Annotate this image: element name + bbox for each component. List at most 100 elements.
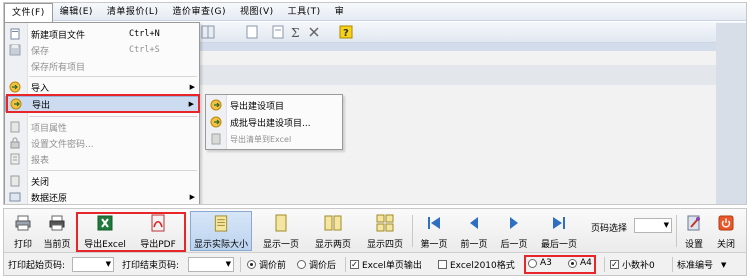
menu-item-new-project[interactable]: 新建项目文件 Ctrl+N: [5, 27, 199, 41]
toolbar-separator: [676, 215, 677, 247]
menu-item-report[interactable]: 报表: [5, 152, 199, 166]
menu-item-project-properties[interactable]: 项目属性: [5, 120, 199, 134]
page-select-dropdown[interactable]: ▼: [634, 218, 672, 233]
chevron-down-icon: ▼: [105, 260, 111, 268]
checkbox-checked[interactable]: ✓: [610, 260, 619, 269]
options-separator: [345, 257, 346, 272]
radio-after-adjust[interactable]: 调价后: [297, 258, 336, 271]
next-page-icon: [510, 217, 518, 229]
checkbox-checked[interactable]: ✓: [350, 260, 359, 269]
page-select-label: 页码选择: [591, 224, 628, 234]
settings-icon: [687, 215, 700, 231]
report-icon: [10, 153, 20, 165]
svg-text:Σ: Σ: [291, 26, 299, 39]
menu-edit[interactable]: 编辑(E): [53, 3, 100, 21]
chevron-down-icon: ▼: [225, 260, 231, 268]
radio-before-adjust[interactable]: 调价前: [247, 258, 286, 271]
show-one-page-button[interactable]: 显示一页: [258, 211, 304, 251]
show-actual-size-button[interactable]: 显示实际大小: [190, 211, 252, 251]
new-file-icon: [10, 28, 20, 40]
printer-current-icon: [49, 215, 65, 231]
menu-cost-review[interactable]: 造价审查(G): [165, 3, 233, 21]
end-page-dropdown[interactable]: ▼: [188, 257, 234, 272]
background-header-strip: [199, 43, 746, 51]
export-project-icon: [210, 99, 222, 111]
next-page-button[interactable]: 后一页: [496, 211, 532, 251]
toolbar-cross-icon[interactable]: [307, 25, 321, 39]
restore-icon: [9, 192, 21, 202]
menu-item-save-all[interactable]: 保存所有项目: [5, 59, 199, 73]
toolbar-doc-icon[interactable]: [245, 25, 259, 39]
file-menu: 新建项目文件 Ctrl+N 保存 Ctrl+S 保存所有项目 导入 ▶ 导出 ▶…: [4, 22, 200, 204]
background-band: [199, 65, 746, 85]
submenu-item-batch-export[interactable]: 成批导出建设项目...: [206, 114, 342, 130]
checkbox-excel-single-page[interactable]: ✓ Excel单页输出: [350, 258, 422, 271]
start-page-dropdown[interactable]: ▼: [72, 257, 114, 272]
app-window: 文件(F) 编辑(E) 清单报价(L) 造价审查(G) 视图(V) 工具(T) …: [3, 2, 747, 205]
submenu-item-export-project[interactable]: 导出建设项目: [206, 97, 342, 113]
toolbar-sigma-icon[interactable]: Σ: [289, 25, 303, 39]
print-preview-panel: 打印 当前页 导出Excel 导出PDF 显示实际大小 显示一页 显示两页 显示…: [3, 208, 747, 276]
save-icon: [9, 44, 21, 56]
prev-page-icon: [470, 217, 478, 229]
print-toolbar: 打印 当前页 导出Excel 导出PDF 显示实际大小 显示一页 显示两页 显示…: [4, 209, 746, 253]
menu-tools[interactable]: 工具(T): [281, 3, 328, 21]
background-right-bar: [716, 23, 746, 204]
menu-item-set-password[interactable]: 设置文件密码...: [5, 136, 199, 150]
toolbar-grid-icon[interactable]: [201, 25, 215, 39]
submenu-arrow-icon: ▶: [189, 83, 195, 91]
checkbox-decimal-pad[interactable]: ✓ 小数补0: [610, 258, 655, 271]
menubar: 文件(F) 编辑(E) 清单报价(L) 造价审查(G) 视图(V) 工具(T) …: [4, 3, 746, 22]
show-four-pages-button[interactable]: 显示四页: [362, 211, 408, 251]
two-pages-icon: [324, 215, 342, 231]
options-separator: [672, 257, 673, 272]
import-icon: [9, 81, 21, 93]
options-separator: [604, 257, 605, 272]
menu-separator: [29, 76, 197, 77]
radio-button[interactable]: [297, 260, 306, 269]
print-options-row: 打印起始页码: ▼ 打印结束页码: ▼ 调价前 调价后 ✓ Excel单页输出 E…: [4, 254, 746, 275]
menu-item-close[interactable]: 关闭: [5, 174, 199, 188]
toolbar-warning-icon[interactable]: ?: [339, 25, 353, 39]
last-page-button[interactable]: 最后一页: [536, 211, 582, 251]
actual-size-icon: [214, 215, 228, 232]
export-excel-icon: [211, 133, 221, 145]
four-pages-icon: [376, 214, 394, 232]
menu-item-import[interactable]: 导入 ▶: [5, 80, 199, 94]
radio-button-checked[interactable]: [247, 260, 256, 269]
numbering-dropdown[interactable]: 标准编号 ▼: [677, 258, 727, 272]
checkbox[interactable]: [438, 260, 447, 269]
toolbar-separator: [412, 215, 413, 247]
toolbar-doc2-icon[interactable]: [271, 25, 285, 39]
annotation-export-buttons-highlight: [76, 212, 186, 252]
submenu-item-export-excel[interactable]: 导出清单到Excel: [206, 131, 342, 147]
menu-item-save[interactable]: 保存 Ctrl+S: [5, 43, 199, 57]
menu-bill-quote[interactable]: 清单报价(L): [100, 3, 166, 21]
menu-view[interactable]: 视图(V): [233, 3, 281, 21]
checkbox-excel-2010[interactable]: Excel2010格式: [438, 258, 515, 271]
submenu-arrow-icon: ▶: [189, 193, 195, 201]
power-close-icon: [718, 215, 734, 231]
first-page-button[interactable]: 第一页: [416, 211, 452, 251]
printer-icon: [15, 215, 31, 231]
last-page-icon: [553, 217, 565, 229]
show-two-pages-button[interactable]: 显示两页: [310, 211, 356, 251]
settings-button[interactable]: 设置: [680, 211, 708, 251]
menu-review-truncated[interactable]: 审: [328, 3, 352, 21]
menu-file[interactable]: 文件(F): [4, 3, 53, 22]
svg-text:?: ?: [343, 28, 349, 39]
first-page-icon: [428, 217, 440, 229]
prev-page-button[interactable]: 前一页: [456, 211, 492, 251]
start-page-label: 打印起始页码:: [8, 261, 66, 271]
print-button[interactable]: 打印: [8, 211, 38, 251]
print-current-page-button[interactable]: 当前页: [40, 211, 74, 251]
properties-icon: [10, 121, 20, 133]
close-button[interactable]: 关闭: [712, 211, 740, 251]
chevron-down-icon: ▼: [663, 221, 669, 229]
menu-item-data-restore[interactable]: 数据还原 ▶: [5, 190, 199, 204]
lock-icon: [10, 137, 20, 149]
chevron-down-icon: ▼: [721, 260, 727, 269]
annotation-paper-size-highlight: [524, 255, 596, 274]
end-page-label: 打印结束页码:: [122, 261, 180, 271]
one-page-icon: [275, 214, 287, 232]
